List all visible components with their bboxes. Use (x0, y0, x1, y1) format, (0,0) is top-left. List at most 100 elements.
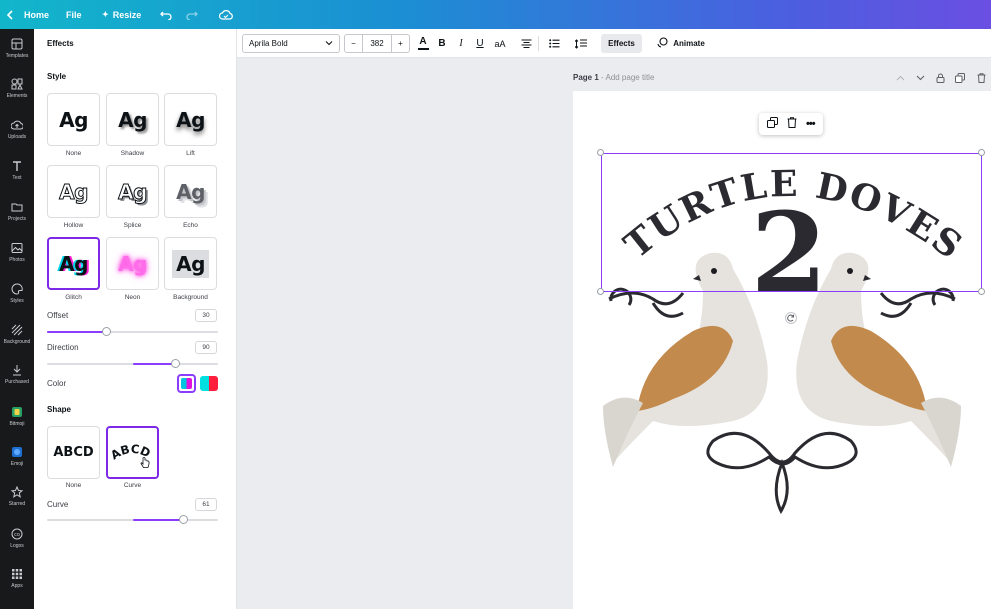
lock-icon[interactable] (935, 73, 945, 83)
animate-button[interactable]: Animate (655, 34, 707, 53)
text-toolbar: Aprila Bold − 382 + A B I U aA Effects A… (237, 29, 991, 58)
trash-icon[interactable] (976, 73, 986, 83)
sidebar-item-bitmoji[interactable]: Bitmoji (0, 397, 34, 435)
sparkle-icon: ✦ (102, 10, 109, 19)
rotate-handle[interactable] (785, 312, 797, 324)
style-label: Shadow (120, 150, 145, 157)
home-button[interactable]: Home (6, 0, 49, 29)
sidebar-item-apps[interactable]: Apps (0, 559, 34, 597)
shape-none-tile[interactable]: ABCD (47, 426, 100, 479)
style-label: Background (173, 294, 208, 301)
style-echo-tile[interactable]: Ag (164, 165, 217, 218)
direction-value-input[interactable]: 90 (195, 341, 217, 354)
offset-slider-fill (47, 331, 107, 333)
home-label: Home (24, 9, 50, 20)
style-label: Glitch (65, 294, 82, 301)
bold-icon[interactable]: B (435, 35, 449, 52)
delete-element-icon[interactable] (787, 115, 797, 133)
sidebar-item-photos[interactable]: Photos (0, 233, 34, 271)
direction-slider-knob[interactable] (170, 359, 180, 368)
bulleted-list-icon[interactable] (546, 35, 562, 52)
effects-panel: Effects Style Ag None Ag Shadow Ag Lift … (34, 29, 237, 609)
duplicate-page-icon[interactable] (955, 73, 965, 83)
shape-curve-tile[interactable]: ABCD (106, 426, 159, 479)
redo-button[interactable] (186, 0, 198, 29)
sidebar-item-projects[interactable]: Projects (0, 192, 34, 230)
chevron-up-icon[interactable] (895, 73, 905, 83)
curve-value-input[interactable]: 61 (195, 498, 217, 511)
logos-icon: co (11, 528, 23, 540)
resize-label: Resize (112, 9, 142, 20)
style-none-tile[interactable]: Ag (47, 93, 100, 146)
font-size-input[interactable]: 382 (363, 35, 391, 52)
color-label: Color (47, 379, 67, 388)
offset-value-input[interactable]: 30 (195, 309, 217, 322)
font-family-dropdown[interactable]: Aprila Bold (242, 34, 340, 53)
style-label: Lift (186, 150, 195, 157)
offset-slider-knob[interactable] (102, 327, 112, 336)
cloud-save-button[interactable] (219, 0, 233, 29)
file-menu-button[interactable]: File (66, 0, 82, 29)
text-color-button[interactable]: A (415, 35, 431, 52)
sidebar-item-emoji[interactable]: Emoji (0, 437, 34, 475)
sidebar-item-starred[interactable]: Starred (0, 477, 34, 515)
resize-handle-top-left[interactable] (597, 149, 604, 156)
resize-handle-bottom-left[interactable] (597, 288, 604, 295)
curve-slider-knob[interactable] (179, 515, 189, 524)
underline-icon[interactable]: U (473, 35, 487, 52)
offset-slider[interactable] (47, 327, 218, 336)
copy-element-icon[interactable] (767, 115, 779, 133)
align-center-icon[interactable] (518, 35, 534, 52)
italic-icon[interactable]: I (454, 35, 468, 52)
emoji-icon (11, 446, 23, 458)
resize-handle-bottom-right[interactable] (978, 288, 985, 295)
style-splice-tile[interactable]: Ag (106, 165, 159, 218)
sidebar-item-text[interactable]: Text (0, 151, 34, 189)
animate-icon (657, 37, 668, 50)
panel-title: Effects (47, 39, 74, 48)
templates-icon (11, 38, 23, 50)
color-swatch-primary[interactable] (177, 374, 196, 393)
element-floating-toolbar: ••• (759, 113, 823, 135)
effects-button[interactable]: Effects (601, 34, 642, 53)
font-size-decrease-button[interactable]: − (345, 35, 363, 52)
sidebar-item-templates[interactable]: Templates (0, 29, 34, 67)
style-lift-tile[interactable]: Ag (164, 93, 217, 146)
chevron-down-icon[interactable] (915, 73, 925, 83)
style-neon-tile[interactable]: Ag (106, 237, 159, 290)
sidebar-item-uploads[interactable]: Uploads (0, 110, 34, 148)
style-hollow-tile[interactable]: Ag (47, 165, 100, 218)
letter-case-button[interactable]: aA (491, 35, 509, 52)
font-size-stepper: − 382 + (344, 34, 410, 53)
style-background-tile[interactable]: Ag (164, 237, 217, 290)
sidebar-item-purchased[interactable]: Purchased (0, 355, 34, 393)
resize-handle-top-right[interactable] (978, 149, 985, 156)
style-sample-text: Ag (118, 179, 148, 204)
style-glitch-tile[interactable]: Ag (47, 237, 100, 290)
sidebar-item-label: Styles (10, 297, 24, 304)
undo-button[interactable] (160, 0, 172, 29)
sidebar-item-styles[interactable]: Styles (0, 274, 34, 312)
curve-label: Curve (47, 500, 69, 509)
text-selection-box[interactable] (601, 153, 982, 292)
font-size-increase-button[interactable]: + (391, 35, 409, 52)
chevron-left-icon (6, 9, 14, 20)
sidebar-item-background[interactable]: Background (0, 315, 34, 353)
direction-label: Direction (47, 343, 79, 352)
sidebar-item-elements[interactable]: Elements (0, 69, 34, 107)
curve-slider[interactable] (47, 515, 218, 524)
direction-slider[interactable] (47, 359, 218, 368)
style-label: Neon (124, 294, 141, 301)
resize-button[interactable]: ✦ Resize (102, 0, 141, 29)
color-swatch-secondary[interactable] (200, 376, 218, 391)
more-options-icon[interactable]: ••• (806, 118, 816, 130)
style-shadow-tile[interactable]: Ag (106, 93, 159, 146)
shape-heading: Shape (47, 405, 72, 414)
page-title-input[interactable]: - Add page title (601, 73, 654, 82)
style-label: Echo (183, 222, 198, 229)
line-spacing-icon[interactable] (573, 35, 589, 52)
offset-label: Offset (47, 311, 69, 320)
sidebar-item-label: Logos (10, 542, 24, 549)
uploads-icon (11, 119, 23, 131)
sidebar-item-logos[interactable]: co Logos (0, 519, 34, 557)
